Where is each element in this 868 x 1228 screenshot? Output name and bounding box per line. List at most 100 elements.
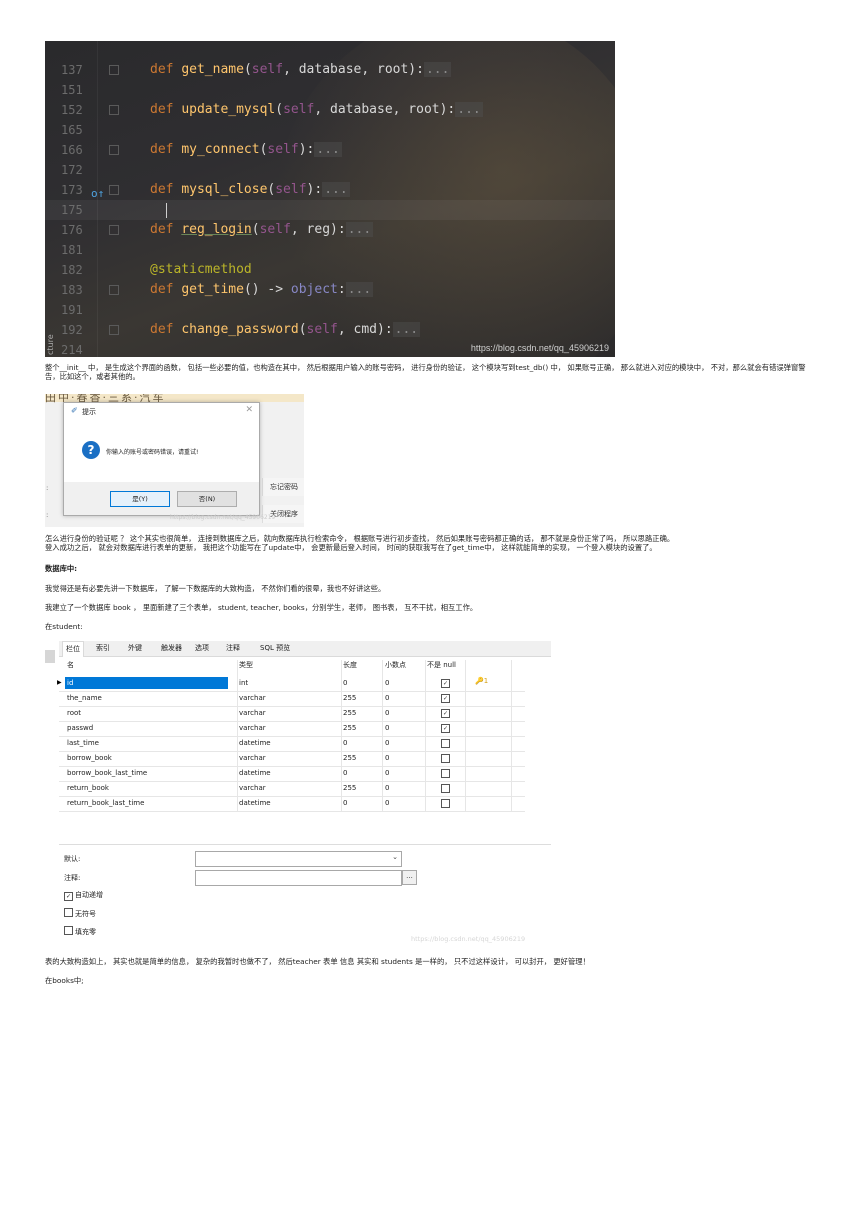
chevron-down-icon[interactable]: ⌄: [392, 853, 398, 861]
field-decimals-cell[interactable]: 0: [385, 724, 389, 732]
checkbox[interactable]: [64, 926, 73, 935]
tab-indexes[interactable]: 索引: [96, 643, 110, 653]
code-text: def my_connect(self):...: [150, 142, 342, 157]
checkbox[interactable]: ✓: [64, 892, 73, 901]
field-name-cell[interactable]: passwd: [67, 724, 93, 732]
dialog-watermark: https://blog.csdn.net/qq_45906219: [170, 514, 276, 521]
fold-icon[interactable]: [109, 65, 119, 75]
tab-sql-preview[interactable]: SQL 预览: [260, 643, 290, 653]
field-length-cell[interactable]: 0: [343, 799, 347, 807]
fold-icon[interactable]: [109, 285, 119, 295]
no-button[interactable]: 否(N): [177, 491, 237, 507]
table-row[interactable]: last_time datetime 0 0: [59, 736, 525, 752]
field-decimals-cell[interactable]: 0: [385, 769, 389, 777]
code-line: 151: [45, 80, 615, 100]
left-mark: :: [46, 511, 49, 519]
header-not-null: 不是 null: [427, 661, 456, 669]
default-select[interactable]: ⌄: [195, 851, 402, 867]
option-zerofill[interactable]: 填充零: [64, 926, 96, 937]
not-null-checkbox[interactable]: ✓: [441, 679, 450, 688]
fold-icon[interactable]: [109, 105, 119, 115]
field-name-cell[interactable]: return_book_last_time: [67, 799, 144, 807]
option-unsigned[interactable]: 无符号: [64, 908, 96, 919]
field-decimals-cell[interactable]: 0: [385, 784, 389, 792]
table-row[interactable]: root varchar 255 0 ✓: [59, 706, 525, 722]
field-type-cell[interactable]: varchar: [239, 724, 266, 732]
field-length-cell[interactable]: 255: [343, 709, 356, 717]
option-auto-increment[interactable]: ✓ 自动递增: [64, 890, 103, 901]
field-length-cell[interactable]: 0: [343, 679, 347, 687]
forgot-password-button[interactable]: 忘记密码: [262, 478, 304, 496]
close-icon[interactable]: ✕: [245, 405, 253, 415]
field-type-cell[interactable]: varchar: [239, 694, 266, 702]
field-length-cell[interactable]: 255: [343, 694, 356, 702]
table-design-screenshot: 栏位 索引 外键 触发器 选项 注释 SQL 预览 名 类型 长度 小数点 不是…: [45, 641, 551, 946]
left-panel-tab[interactable]: [45, 650, 55, 663]
not-null-checkbox[interactable]: [441, 769, 450, 778]
table-row[interactable]: borrow_book varchar 255 0: [59, 751, 525, 767]
field-name-cell[interactable]: root: [67, 709, 81, 717]
not-null-checkbox[interactable]: [441, 739, 450, 748]
tab-fields[interactable]: 栏位: [62, 641, 84, 657]
line-number: 176: [61, 223, 83, 237]
not-null-checkbox[interactable]: ✓: [441, 724, 450, 733]
tab-foreign-keys[interactable]: 外键: [128, 643, 142, 653]
field-type-cell[interactable]: datetime: [239, 799, 271, 807]
comment-more-button[interactable]: ...: [402, 870, 417, 885]
field-name-cell[interactable]: the_name: [67, 694, 102, 702]
table-row[interactable]: return_book_last_time datetime 0 0: [59, 796, 525, 812]
table-row[interactable]: ▶ id int 0 0 ✓ 🔑1: [57, 676, 525, 692]
code-text: @staticmethod: [150, 262, 252, 277]
table-row[interactable]: return_book varchar 255 0: [59, 781, 525, 797]
table-row[interactable]: passwd varchar 255 0 ✓: [59, 721, 525, 737]
comment-input[interactable]: [195, 870, 402, 886]
field-type-cell[interactable]: varchar: [239, 709, 266, 717]
not-null-checkbox[interactable]: ✓: [441, 694, 450, 703]
option-label: 自动递增: [75, 891, 103, 899]
field-type-cell[interactable]: varchar: [239, 754, 266, 762]
field-decimals-cell[interactable]: 0: [385, 739, 389, 747]
field-name-cell[interactable]: return_book: [67, 784, 109, 792]
field-type-cell[interactable]: int: [239, 679, 248, 687]
not-null-checkbox[interactable]: [441, 784, 450, 793]
field-length-cell[interactable]: 255: [343, 784, 356, 792]
checkbox[interactable]: [64, 908, 73, 917]
field-name-cell[interactable]: last_time: [67, 739, 99, 747]
not-null-checkbox[interactable]: [441, 754, 450, 763]
fold-icon[interactable]: [109, 325, 119, 335]
column-divider: [425, 660, 426, 811]
field-decimals-cell[interactable]: 0: [385, 694, 389, 702]
field-decimals-cell[interactable]: 0: [385, 754, 389, 762]
field-type-cell[interactable]: datetime: [239, 769, 271, 777]
field-length-cell[interactable]: 255: [343, 724, 356, 732]
field-length-cell[interactable]: 0: [343, 739, 347, 747]
field-length-cell[interactable]: 255: [343, 754, 356, 762]
field-decimals-cell[interactable]: 0: [385, 679, 389, 687]
yes-button[interactable]: 是(Y): [110, 491, 170, 507]
field-length-cell[interactable]: 0: [343, 769, 347, 777]
feather-icon: ✐: [71, 406, 78, 415]
not-null-checkbox[interactable]: ✓: [441, 709, 450, 718]
not-null-checkbox[interactable]: [441, 799, 450, 808]
code-line: 191: [45, 300, 615, 320]
fold-icon[interactable]: [109, 145, 119, 155]
fold-icon[interactable]: [109, 185, 119, 195]
structure-side-tab[interactable]: cture: [46, 334, 55, 355]
field-name-cell[interactable]: borrow_book: [67, 754, 112, 762]
tab-options[interactable]: 选项: [195, 643, 209, 653]
dialog-message: 你输入的账号或密码错误，请重试!: [106, 449, 199, 456]
field-type-cell[interactable]: varchar: [239, 784, 266, 792]
table-row[interactable]: the_name varchar 255 0 ✓: [59, 691, 525, 707]
table-row[interactable]: borrow_book_last_time datetime 0 0: [59, 766, 525, 782]
field-type-cell[interactable]: datetime: [239, 739, 271, 747]
field-decimals-cell[interactable]: 0: [385, 799, 389, 807]
code-watermark: https://blog.csdn.net/qq_45906219: [470, 343, 609, 353]
field-name-cell[interactable]: id: [67, 679, 73, 687]
tab-comment[interactable]: 注释: [226, 643, 240, 653]
selected-cell[interactable]: [65, 677, 228, 689]
line-number: 192: [61, 323, 83, 337]
field-decimals-cell[interactable]: 0: [385, 709, 389, 717]
tab-triggers[interactable]: 触发器: [161, 643, 182, 653]
field-name-cell[interactable]: borrow_book_last_time: [67, 769, 147, 777]
fold-icon[interactable]: [109, 225, 119, 235]
